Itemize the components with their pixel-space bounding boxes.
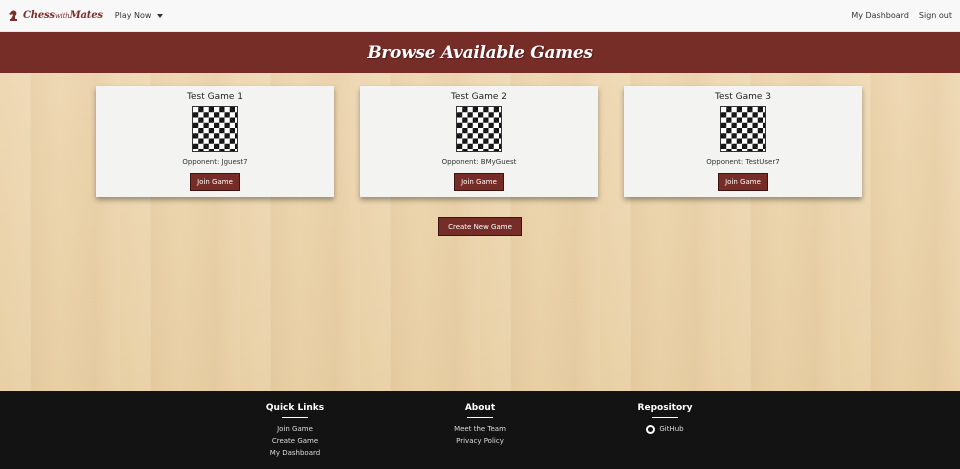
join-game-button[interactable]: Join Game (454, 173, 504, 191)
footer-about: About Meet the Team Privacy Policy (420, 403, 540, 447)
caret-down-icon (157, 13, 164, 18)
brand[interactable]: ChesswithMates (8, 10, 103, 22)
footer-link-create-game[interactable]: Create Game (235, 435, 355, 447)
play-now-dropdown[interactable]: Play Now (115, 11, 164, 20)
footer-heading: Quick Links (265, 403, 325, 413)
footer-link-github[interactable]: GitHub (605, 423, 725, 435)
create-new-game-button[interactable]: Create New Game (438, 217, 522, 236)
game-title: Test Game 3 (715, 92, 771, 102)
game-opponent: Opponent: Jguest7 (182, 158, 248, 166)
footer-link-my-dashboard[interactable]: My Dashboard (235, 447, 355, 459)
game-title: Test Game 1 (187, 92, 243, 102)
divider (467, 417, 493, 418)
divider (282, 417, 308, 418)
brand-name: ChesswithMates (23, 10, 103, 21)
footer: Quick Links Join Game Create Game My Das… (0, 391, 960, 469)
game-title: Test Game 2 (451, 92, 507, 102)
chessboard-icon (192, 106, 238, 152)
join-game-button[interactable]: Join Game (718, 173, 768, 191)
chessboard-icon (720, 106, 766, 152)
game-card: Test Game 3 Opponent: TestUser7 Join Gam… (624, 86, 862, 197)
footer-link-privacy-policy[interactable]: Privacy Policy (420, 435, 540, 447)
page-banner: Browse Available Games (0, 32, 960, 73)
game-card: Test Game 2 Opponent: BMyGuest Join Game (360, 86, 598, 197)
nav-sign-out[interactable]: Sign out (919, 11, 952, 20)
game-opponent: Opponent: BMyGuest (441, 158, 517, 166)
github-icon (646, 424, 656, 434)
footer-repository: Repository GitHub (605, 403, 725, 435)
chess-knight-icon (8, 10, 19, 22)
game-card: Test Game 1 Opponent: Jguest7 Join Game (96, 86, 334, 197)
join-game-button[interactable]: Join Game (190, 173, 240, 191)
chessboard-icon (456, 106, 502, 152)
footer-quick-links: Quick Links Join Game Create Game My Das… (235, 403, 355, 459)
game-opponent: Opponent: TestUser7 (706, 158, 780, 166)
footer-heading: About (464, 403, 496, 413)
nav-my-dashboard[interactable]: My Dashboard (851, 11, 909, 20)
page-title: Browse Available Games (367, 42, 593, 63)
footer-link-meet-team[interactable]: Meet the Team (420, 423, 540, 435)
games-area: Test Game 1 Opponent: Jguest7 Join Game … (0, 73, 960, 391)
footer-heading: Repository (637, 403, 693, 413)
footer-link-join-game[interactable]: Join Game (235, 423, 355, 435)
navbar: ChesswithMates Play Now My Dashboard Sig… (0, 0, 960, 32)
divider (652, 417, 678, 418)
